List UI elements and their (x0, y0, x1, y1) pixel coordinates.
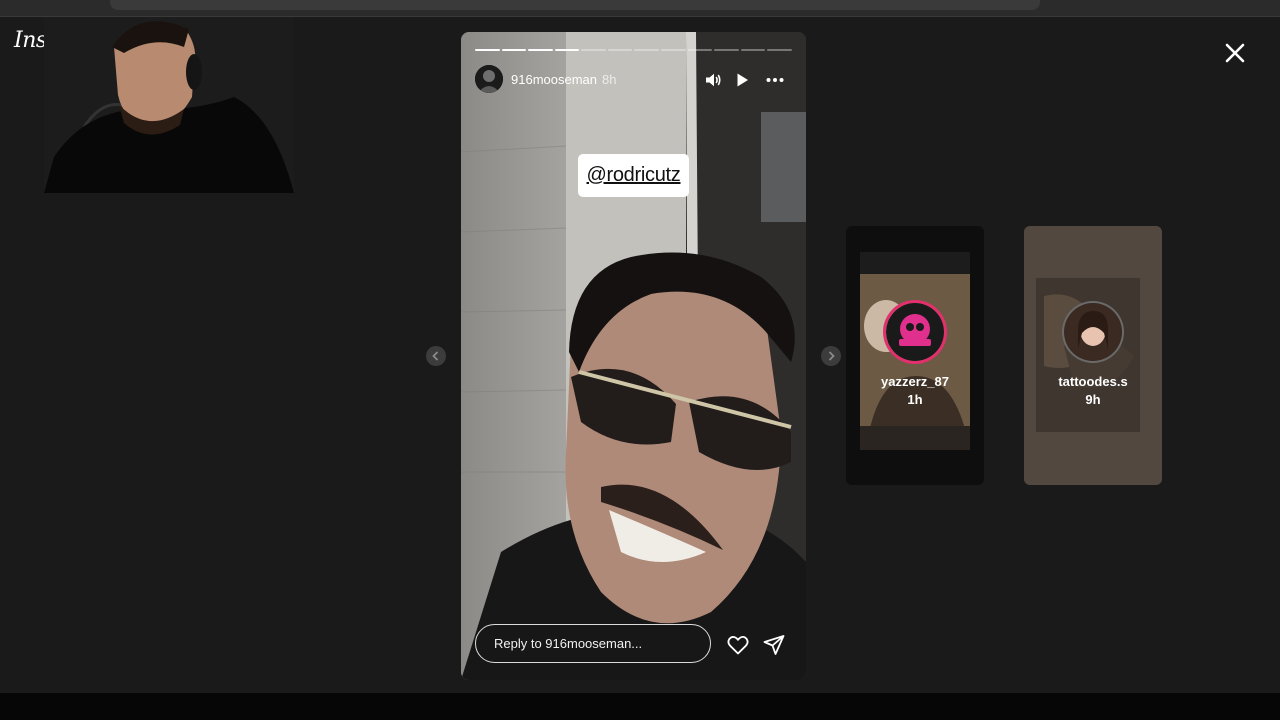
story-preview-username: tattoodes.s (1058, 374, 1128, 389)
volume-icon[interactable] (703, 70, 723, 90)
prev-story-button[interactable] (426, 346, 446, 366)
progress-segment (475, 49, 500, 51)
progress-segment (714, 49, 739, 51)
story-preview-avatar (886, 303, 944, 361)
progress-segment (687, 49, 713, 51)
window-bottom (0, 693, 1280, 720)
story-author-username[interactable]: 916mooseman (511, 72, 597, 87)
active-story[interactable]: 916mooseman 8h @rodricutz (461, 32, 806, 680)
progress-segment (501, 49, 527, 51)
reply-input[interactable] (475, 624, 711, 663)
story-preview-card[interactable]: tattoodes.s 9h (1024, 226, 1162, 485)
chevron-left-icon (432, 351, 439, 361)
webcam-overlay (44, 17, 294, 193)
story-preview-username: yazzerz_87 (881, 374, 949, 389)
progress-segment (661, 49, 686, 51)
progress-segment (634, 49, 660, 51)
story-video[interactable] (461, 32, 806, 680)
heart-icon[interactable] (726, 633, 750, 657)
story-preview-avatar (1064, 303, 1122, 361)
progress-segment (528, 49, 553, 51)
story-progress-bar (475, 49, 792, 51)
close-icon[interactable] (1220, 38, 1250, 68)
chevron-right-icon (828, 351, 835, 361)
next-story-button[interactable] (821, 346, 841, 366)
send-icon[interactable] (762, 633, 786, 657)
story-preview-time: 9h (1085, 392, 1101, 407)
play-icon[interactable] (732, 70, 752, 90)
address-bar[interactable] (110, 0, 1040, 10)
progress-segment (740, 49, 766, 51)
story-timestamp: 8h (602, 72, 617, 87)
progress-segment (767, 49, 792, 51)
story-preview-card[interactable]: yazzerz_87 1h (846, 226, 984, 485)
story-preview-time: 1h (907, 392, 923, 407)
progress-segment (607, 49, 633, 51)
mention-sticker[interactable]: @rodricutz (578, 154, 689, 197)
story-header: 916mooseman 8h (475, 65, 792, 95)
progress-segment (554, 49, 580, 51)
progress-segment (581, 49, 606, 51)
story-author-avatar[interactable] (475, 65, 503, 93)
browser-chrome (0, 0, 1280, 17)
more-options-icon[interactable] (765, 70, 785, 90)
